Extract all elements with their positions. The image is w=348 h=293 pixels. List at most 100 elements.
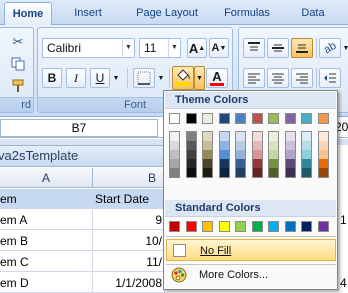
grow-font-button[interactable]: A ▲: [187, 38, 207, 58]
color-swatch[interactable]: [170, 141, 179, 150]
color-swatch[interactable]: [285, 132, 295, 141]
color-swatch[interactable]: [252, 168, 262, 177]
cell-b2[interactable]: 9: [93, 210, 165, 230]
color-swatch[interactable]: [269, 132, 278, 141]
color-swatch[interactable]: [170, 168, 179, 177]
color-swatch[interactable]: [268, 221, 279, 232]
font-size-select[interactable]: 11 ▼: [139, 38, 181, 58]
color-swatch[interactable]: [252, 141, 262, 150]
color-swatch[interactable]: [170, 150, 179, 159]
color-swatch[interactable]: [284, 221, 296, 232]
cut-button[interactable]: ✂: [7, 32, 29, 52]
orientation-dropdown[interactable]: ▼: [341, 38, 348, 58]
chevron-down-icon[interactable]: ▼: [168, 39, 180, 57]
top-align-button[interactable]: [243, 38, 265, 58]
column-header-b[interactable]: B: [93, 168, 165, 188]
color-swatch[interactable]: [186, 159, 196, 168]
borders-button[interactable]: [133, 68, 155, 88]
font-family-select[interactable]: Calibri ▼: [42, 38, 135, 58]
borders-dropdown[interactable]: ▼: [156, 68, 166, 88]
color-swatch[interactable]: [170, 159, 179, 168]
cell-b1[interactable]: Start Date: [93, 189, 165, 209]
color-swatch[interactable]: [185, 113, 197, 124]
color-swatch[interactable]: [269, 150, 278, 159]
tab-data[interactable]: Data: [290, 2, 336, 25]
color-swatch[interactable]: [169, 113, 180, 124]
cell-a1[interactable]: em: [0, 189, 93, 209]
cell-b3[interactable]: 10/: [93, 231, 165, 251]
color-swatch[interactable]: [219, 159, 229, 168]
color-swatch[interactable]: [251, 221, 263, 232]
color-swatch[interactable]: [317, 113, 329, 124]
tab-insert[interactable]: Insert: [60, 2, 116, 25]
color-swatch[interactable]: [251, 113, 263, 124]
color-swatch[interactable]: [202, 113, 213, 124]
color-swatch[interactable]: [236, 141, 245, 150]
color-swatch[interactable]: [269, 168, 278, 177]
align-center-button[interactable]: [267, 68, 289, 88]
color-swatch[interactable]: [252, 150, 262, 159]
cell-b5[interactable]: 1/1/2008: [93, 273, 165, 293]
color-swatch[interactable]: [252, 132, 262, 141]
color-swatch[interactable]: [302, 132, 311, 141]
format-painter-button[interactable]: [7, 76, 29, 96]
color-swatch[interactable]: [285, 141, 295, 150]
color-swatch[interactable]: [268, 113, 279, 124]
color-swatch[interactable]: [203, 141, 212, 150]
copy-button[interactable]: [7, 54, 29, 74]
color-swatch[interactable]: [219, 168, 229, 177]
color-swatch[interactable]: [301, 113, 312, 124]
color-swatch[interactable]: [218, 221, 230, 232]
color-swatch[interactable]: [302, 159, 311, 168]
orientation-button[interactable]: ab: [319, 38, 341, 58]
color-swatch[interactable]: [318, 141, 328, 150]
chevron-down-icon[interactable]: ▼: [122, 39, 134, 57]
color-swatch[interactable]: [236, 168, 245, 177]
color-swatch[interactable]: [318, 150, 328, 159]
shrink-font-button[interactable]: A ▼: [209, 38, 229, 58]
color-swatch[interactable]: [186, 168, 196, 177]
no-fill-item[interactable]: No Fill: [166, 239, 336, 261]
color-swatch[interactable]: [285, 150, 295, 159]
color-swatch[interactable]: [284, 113, 296, 124]
fill-color-dropdown[interactable]: ▼: [194, 66, 205, 90]
bold-button[interactable]: B: [42, 68, 62, 88]
bottom-align-button[interactable]: [291, 38, 313, 58]
color-swatch[interactable]: [202, 221, 213, 232]
color-swatch[interactable]: [269, 159, 278, 168]
color-swatch[interactable]: [203, 159, 212, 168]
cell-b4[interactable]: 11/: [93, 252, 165, 272]
name-box[interactable]: B7: [0, 119, 158, 137]
color-swatch[interactable]: [186, 150, 196, 159]
color-swatch[interactable]: [186, 132, 196, 141]
more-colors-item[interactable]: More Colors...: [166, 264, 336, 286]
color-swatch[interactable]: [236, 150, 245, 159]
cell-a5[interactable]: em D: [0, 273, 93, 293]
color-swatch[interactable]: [302, 141, 311, 150]
color-swatch[interactable]: [269, 141, 278, 150]
color-swatch[interactable]: [218, 113, 230, 124]
font-color-button[interactable]: A: [206, 68, 228, 88]
color-swatch[interactable]: [235, 221, 246, 232]
color-swatch[interactable]: [252, 159, 262, 168]
color-swatch[interactable]: [301, 221, 312, 232]
middle-align-button[interactable]: [267, 38, 289, 58]
cell-a2[interactable]: em A: [0, 210, 93, 230]
color-swatch[interactable]: [302, 168, 311, 177]
cell-a3[interactable]: em B: [0, 231, 93, 251]
tab-formulas[interactable]: Formulas: [214, 2, 280, 25]
color-swatch[interactable]: [203, 150, 212, 159]
color-swatch[interactable]: [169, 221, 180, 232]
cell-edge-value[interactable]: 1: [340, 210, 348, 230]
tab-page-layout[interactable]: Page Layout: [126, 2, 208, 25]
decrease-indent-button[interactable]: [319, 68, 341, 88]
color-swatch[interactable]: [203, 168, 212, 177]
fill-color-button[interactable]: [172, 66, 194, 90]
cell-a4[interactable]: em C: [0, 252, 93, 272]
color-swatch[interactable]: [219, 141, 229, 150]
color-swatch[interactable]: [236, 132, 245, 141]
color-swatch[interactable]: [317, 221, 329, 232]
align-right-button[interactable]: [291, 68, 313, 88]
color-swatch[interactable]: [285, 168, 295, 177]
align-left-button[interactable]: [243, 68, 265, 88]
